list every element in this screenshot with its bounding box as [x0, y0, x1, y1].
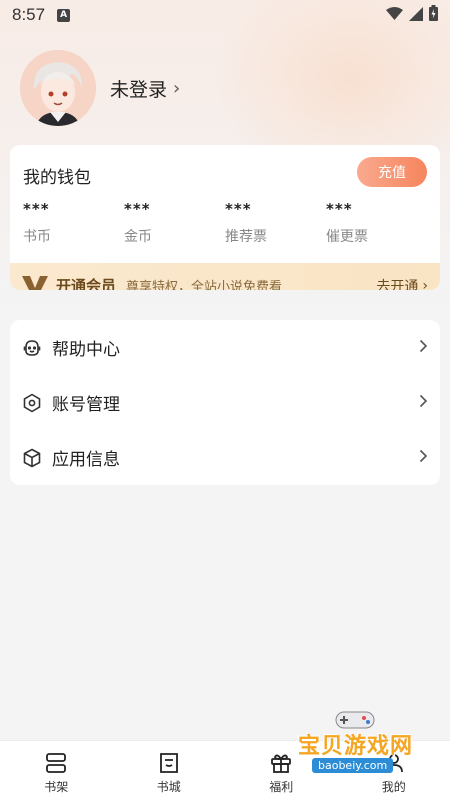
stat-value: *** — [124, 200, 151, 218]
menu-item-help-center[interactable]: 帮助中心 — [10, 320, 440, 375]
watermark-text: 宝贝游戏网 — [298, 734, 414, 759]
stat-label: 推荐票 — [225, 229, 267, 245]
stat-gold-coins[interactable]: *** 金币 — [124, 200, 214, 246]
stat-recommend-tickets[interactable]: *** 推荐票 — [225, 200, 315, 246]
account-icon — [22, 393, 42, 413]
stat-urge-tickets[interactable]: *** 催更票 — [326, 200, 416, 246]
watermark: 宝贝游戏网 baobeiy.com — [290, 708, 420, 778]
stat-label: 金币 — [124, 229, 152, 245]
wifi-icon — [386, 6, 403, 25]
status-bar: 8:57 A — [0, 0, 450, 30]
menu-label: 应用信息 — [52, 450, 120, 470]
menu-label: 帮助中心 — [52, 340, 120, 360]
login-label: 未登录 — [110, 78, 168, 101]
vip-banner[interactable]: 开通会员 尊享特权，全站小说免费看 去开通 › — [10, 263, 440, 290]
chevron-right-icon: › — [173, 77, 181, 99]
menu-item-app-info[interactable]: 应用信息 — [10, 430, 440, 485]
status-time: 8:57 — [12, 5, 46, 24]
recharge-button[interactable]: 充值 — [357, 157, 427, 187]
wallet-stats: *** 书币 *** 金币 *** 推荐票 *** 催更票 — [10, 200, 440, 250]
stat-value: *** — [326, 200, 353, 218]
signal-icon — [409, 6, 423, 25]
stat-value: *** — [225, 200, 252, 218]
chevron-right-icon — [419, 393, 428, 412]
stat-label: 书币 — [23, 229, 51, 245]
menu-item-account-management[interactable]: 账号管理 — [10, 375, 440, 430]
stat-book-coins[interactable]: *** 书币 — [23, 200, 113, 246]
help-icon — [22, 338, 42, 358]
vip-open-link[interactable]: 去开通 › — [376, 276, 428, 291]
menu-label: 账号管理 — [52, 395, 120, 415]
stat-label: 催更票 — [326, 229, 368, 245]
settings-menu: 帮助中心 账号管理 应用信息 — [10, 320, 440, 485]
bookshelf-icon — [43, 750, 69, 776]
wallet-card: 我的钱包 充值 *** 书币 *** 金币 *** 推荐票 *** 催更票 开通… — [10, 145, 440, 290]
info-icon — [22, 448, 42, 468]
profile-section[interactable]: 未登录 › — [20, 50, 180, 126]
wallet-title: 我的钱包 — [23, 168, 91, 188]
vip-description: 尊享特权，全站小说免费看 — [126, 280, 283, 290]
watermark-url: baobeiy.com — [312, 758, 394, 773]
stat-value: *** — [23, 200, 50, 218]
chevron-right-icon — [419, 338, 428, 357]
avatar[interactable] — [20, 50, 96, 126]
tab-label: 福利 — [269, 780, 294, 794]
chevron-right-icon — [419, 448, 428, 467]
chevron-right-icon: › — [422, 277, 428, 291]
tab-bookstore[interactable]: 书城 — [113, 741, 226, 800]
tab-label: 书架 — [44, 780, 69, 794]
tab-label: 书城 — [156, 780, 181, 794]
bookstore-icon — [156, 750, 182, 776]
vip-v-icon — [22, 275, 50, 290]
vip-title: 开通会员 — [56, 277, 117, 290]
login-prompt[interactable]: 未登录 › — [110, 75, 180, 102]
tab-bookshelf[interactable]: 书架 — [0, 741, 113, 800]
battery-icon — [429, 5, 438, 25]
tab-label: 我的 — [381, 780, 406, 794]
notification-a-icon: A — [57, 8, 71, 22]
vip-open-label: 去开通 — [376, 278, 419, 291]
